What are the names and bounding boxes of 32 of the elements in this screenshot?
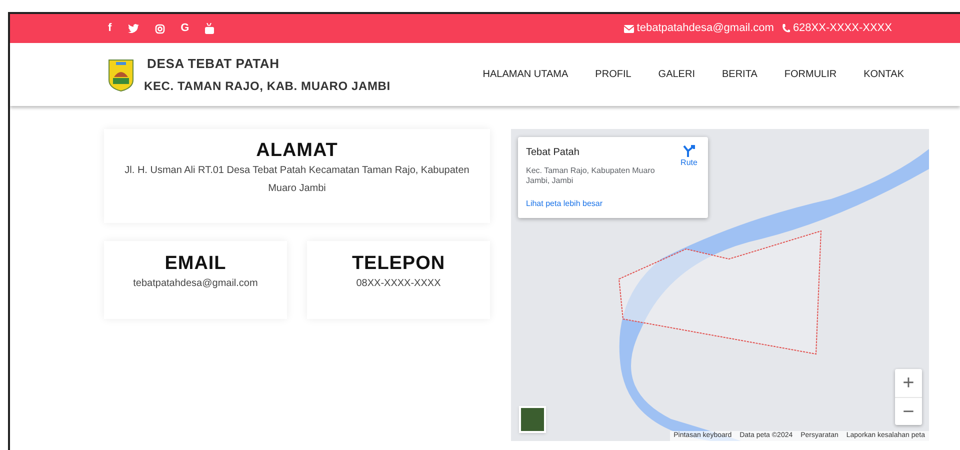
card-heading: EMAIL [164, 253, 226, 275]
video-icon[interactable] [205, 23, 214, 34]
larger-map-link[interactable]: Lihat peta lebih besar [526, 198, 702, 210]
zoom-out-button[interactable]: − [895, 397, 922, 425]
card-text: Jl. H. Usman Ali RT.01 Desa Tebat Patah Kecamatan Taman Rajo, Kabupaten Muaro Jambi [124, 164, 470, 196]
place-name: Tebat Patah [526, 146, 580, 160]
google-link[interactable]: G [180, 20, 190, 37]
emblem-logo-icon [108, 58, 134, 92]
place-address: Kec. Taman Rajo, Kabupaten Muaro Jambi, Jambi [526, 166, 656, 186]
facebook-link[interactable]: f [108, 20, 112, 37]
phone-icon [782, 24, 790, 33]
card-heading: ALAMAT [256, 140, 338, 162]
camera-icon[interactable] [154, 24, 165, 34]
route-link[interactable]: Rute [676, 145, 702, 186]
directions-icon [683, 145, 695, 157]
card-text: 08XX-XXXX-XXXX [356, 277, 441, 291]
nav-link[interactable]: FORMULIR [784, 67, 837, 82]
satellite-thumbnail[interactable] [519, 406, 546, 433]
nav-link[interactable]: BERITA [722, 67, 758, 82]
contact-email: tebatpatahdesa@gmail.com [636, 21, 774, 36]
nav-link[interactable]: GALERI [658, 67, 695, 82]
nav-link[interactable]: KONTAK [864, 67, 904, 82]
site-title: DESA TEBAT PATAH [147, 54, 280, 73]
contact-phone: 628XX-XXXX-XXXX [792, 21, 892, 36]
nav-link[interactable]: PROFIL [595, 67, 632, 82]
card-text: tebatpatahdesa@gmail.com [133, 277, 258, 291]
bird-icon[interactable] [128, 24, 139, 33]
site-subtitle: KEC. TAMAN RAJO, KAB. MUARO JAMBI [144, 78, 390, 96]
card-heading: TELEPON [352, 253, 446, 275]
envelope-icon [624, 24, 634, 32]
zoom-in-button[interactable]: + [895, 369, 922, 397]
nav-link[interactable]: HALAMAN UTAMA [482, 67, 568, 82]
